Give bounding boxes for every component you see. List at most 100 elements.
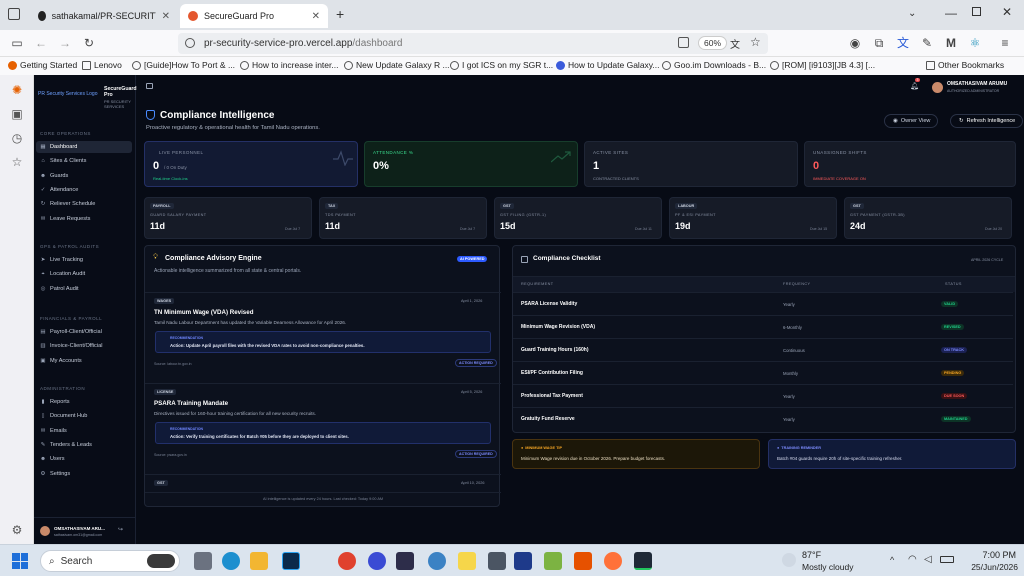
- stat-unassigned-shifts[interactable]: UNASSIGNED SHIFTS 0 IMMEDIATE COVERAGE O…: [804, 141, 1016, 187]
- brand-logo-link[interactable]: PR Security Services Logo: [38, 91, 97, 97]
- chrome-icon[interactable]: [338, 552, 356, 570]
- clock-date[interactable]: 25/Jun/2026: [960, 562, 1018, 572]
- taskbar-search-box[interactable]: ⌕ Search: [40, 550, 180, 572]
- extension-m-icon[interactable]: M: [942, 34, 960, 52]
- translate-icon[interactable]: 文: [730, 36, 740, 51]
- bookmark-item[interactable]: Goo.im Downloads - B...: [662, 60, 766, 70]
- tab-overview-icon[interactable]: [8, 8, 20, 20]
- other-bookmarks[interactable]: Other Bookmarks: [926, 60, 1004, 70]
- close-icon[interactable]: ✕: [162, 11, 170, 22]
- wifi-icon[interactable]: ◠: [908, 554, 917, 565]
- sidebar-item-my-accounts[interactable]: ▣ My Accounts: [36, 355, 132, 367]
- history-icon[interactable]: ◷: [9, 131, 25, 147]
- tab-list-chevron-icon[interactable]: ⌄: [908, 8, 916, 19]
- sidebar-item-reports[interactable]: ▮ Reports: [36, 396, 132, 408]
- tab-secureguard[interactable]: SecureGuard Pro ✕: [180, 4, 328, 28]
- bookmark-item[interactable]: How to increase inter...: [240, 60, 338, 70]
- app-icon[interactable]: [514, 552, 532, 570]
- firefox-icon[interactable]: [604, 552, 622, 570]
- tab-github[interactable]: sathakamal/PR-SECURITY-SERV ✕: [30, 4, 178, 28]
- reload-icon[interactable]: ↻: [80, 34, 98, 52]
- bookmark-item[interactable]: New Update Galaxy R ...: [344, 60, 450, 70]
- settings-icon[interactable]: ⚙: [9, 523, 25, 539]
- volume-icon[interactable]: ◁: [924, 554, 932, 565]
- tray-chevron-icon[interactable]: ^: [890, 555, 894, 565]
- bookmark-star-icon[interactable]: ☆: [750, 35, 761, 49]
- deadline-card[interactable]: GST GST PAYMENT (GSTR-3B) 24d Due Jul 20: [844, 197, 1012, 239]
- deadline-card[interactable]: PAYROLL GUARD SALARY PAYMENT 11d Due Jul 7: [144, 197, 312, 239]
- clock-time[interactable]: 7:00 PM: [968, 550, 1016, 560]
- menu-icon[interactable]: ≡: [996, 34, 1014, 52]
- minimize-button[interactable]: —: [945, 6, 957, 20]
- sidebar-item-tenders-leads[interactable]: ✎ Tenders & Leads: [36, 439, 132, 451]
- deadline-card[interactable]: GST GST FILING (GSTR-1) 15d Due Jul 11: [494, 197, 662, 239]
- sidebar-item-live-tracking[interactable]: ➤ Live Tracking: [36, 254, 132, 266]
- sidebar-item-invoice-client-official[interactable]: ▥ Invoice-Client/Official: [36, 340, 132, 352]
- sidebar-item-dashboard[interactable]: ▦ Dashboard: [36, 141, 132, 153]
- weather-desc[interactable]: Mostly cloudy: [802, 562, 854, 572]
- terminal-icon[interactable]: [634, 552, 652, 570]
- deadline-card[interactable]: LABOUR PF & ESI PAYMENT 19d Due Jul 15: [669, 197, 837, 239]
- app-icon[interactable]: [368, 552, 386, 570]
- app-icon[interactable]: [574, 552, 592, 570]
- owner-view-button[interactable]: ◉ Owner View: [884, 114, 939, 128]
- back-icon[interactable]: ←: [32, 34, 50, 52]
- sidebar-item-patrol-audit[interactable]: ◎ Patrol Audit: [36, 283, 132, 295]
- restore-button[interactable]: [972, 7, 981, 16]
- photoshop-icon[interactable]: [282, 552, 300, 570]
- extension-icon[interactable]: ✎: [918, 34, 936, 52]
- sidebar-item-emails[interactable]: ✉ Emails: [36, 425, 132, 437]
- sidebar-item-document-hub[interactable]: ▯ Document Hub: [36, 410, 132, 422]
- sidebar-item-users[interactable]: ☻ Users: [36, 453, 132, 465]
- start-button[interactable]: [12, 553, 28, 569]
- avatar[interactable]: [932, 82, 943, 93]
- stat-attendance[interactable]: ATTENDANCE % 0%: [364, 141, 578, 187]
- sidebar-item-guards[interactable]: ☻ Guards: [36, 170, 132, 182]
- task-view-icon[interactable]: [194, 552, 212, 570]
- synced-tabs-icon[interactable]: ▣: [9, 107, 25, 123]
- app-icon[interactable]: [428, 552, 446, 570]
- stat-active-sites[interactable]: ACTIVE SITES 1 CONTRACTED CLIENTS: [584, 141, 798, 187]
- close-icon[interactable]: ✕: [312, 11, 320, 22]
- zoom-level[interactable]: 60%: [698, 36, 728, 50]
- refresh-intelligence-button[interactable]: ↻ Refresh Intelligence: [950, 114, 1024, 128]
- sidebar-item-attendance[interactable]: ✓ Attendance: [36, 184, 132, 196]
- save-page-icon[interactable]: [678, 37, 689, 48]
- sticky-notes-icon[interactable]: [458, 552, 476, 570]
- account-icon[interactable]: ◉: [846, 34, 864, 52]
- deadline-card[interactable]: TAX TDS PAYMENT 11d Due Jul 7: [319, 197, 487, 239]
- app-icon[interactable]: [488, 552, 506, 570]
- react-devtools-icon[interactable]: ⚛: [966, 34, 984, 52]
- url-bar[interactable]: pr-security-service-pro.vercel.app/dashb…: [178, 33, 768, 54]
- edge-icon[interactable]: [222, 552, 240, 570]
- stat-live-personnel[interactable]: LIVE PERSONNEL 0 / 0 On Duty Real-time C…: [144, 141, 358, 187]
- sidebar-item-sites-clients[interactable]: ⌂ Sites & Clients: [36, 155, 132, 167]
- bookmark-item[interactable]: Getting Started: [8, 60, 77, 70]
- page-info-icon[interactable]: [185, 38, 195, 48]
- bookmark-item[interactable]: How to Update Galaxy...: [556, 60, 660, 70]
- forward-icon[interactable]: →: [56, 34, 74, 52]
- sidebar-user[interactable]: OMSATHASIVAM ARU... sathasivam.om31@gmai…: [34, 517, 136, 543]
- notification-bell-icon[interactable]: 🔔︎: [910, 82, 919, 90]
- file-explorer-icon[interactable]: [250, 552, 268, 570]
- action-required-button[interactable]: ACTION REQUIRED: [455, 450, 497, 458]
- battery-icon[interactable]: [940, 556, 954, 563]
- bookmark-item[interactable]: I got ICS on my SGR t...: [450, 60, 553, 70]
- bookmark-item[interactable]: Lenovo: [82, 60, 122, 70]
- app-icon[interactable]: [544, 552, 562, 570]
- extensions-icon[interactable]: ⧉: [870, 34, 888, 52]
- app-icon[interactable]: [396, 552, 414, 570]
- action-required-button[interactable]: ACTION REQUIRED: [455, 359, 497, 367]
- translator-extension-icon[interactable]: 文: [894, 34, 912, 52]
- ai-chat-icon[interactable]: ✺: [9, 83, 25, 99]
- bookmark-item[interactable]: [ROM] [i9103][JB 4.3] [...: [770, 60, 875, 70]
- sidebar-item-settings[interactable]: ⚙ Settings: [36, 468, 132, 480]
- collapse-sidebar-icon[interactable]: [146, 83, 153, 89]
- weather-temp[interactable]: 87°F: [802, 550, 821, 560]
- logout-icon[interactable]: ↪: [118, 526, 123, 533]
- sidebar-toggle-icon[interactable]: ▭: [8, 34, 26, 52]
- sidebar-item-leave-requests[interactable]: ✉ Leave Requests: [36, 213, 132, 225]
- sidebar-item-reliever-schedule[interactable]: ↻ Reliever Schedule: [36, 198, 132, 210]
- bookmarks-icon[interactable]: ☆: [9, 155, 25, 171]
- sidebar-item-location-audit[interactable]: ⌖ Location Audit: [36, 268, 132, 280]
